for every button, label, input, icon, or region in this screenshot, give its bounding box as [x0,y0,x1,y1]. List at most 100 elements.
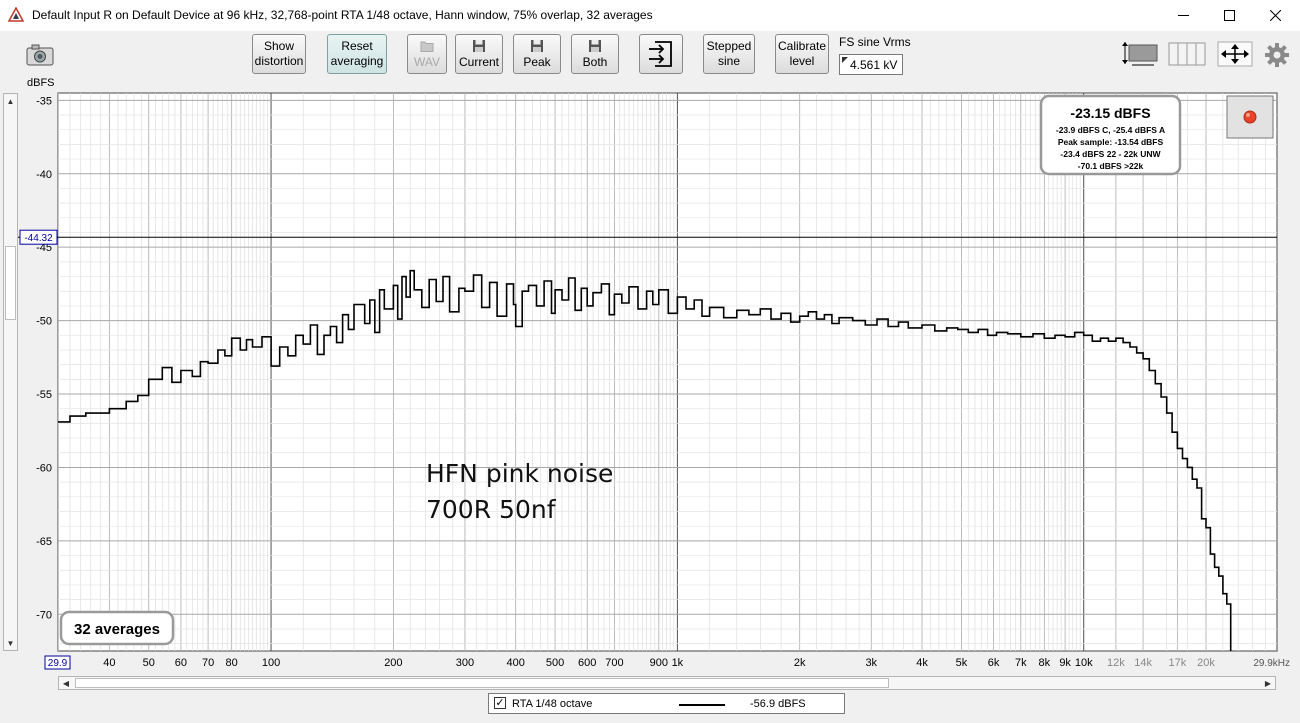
x-tick-label: 300 [456,657,474,669]
save-peak-button[interactable]: Peak [513,34,561,74]
fs-sine-value: 4.561 kV [850,58,898,72]
reset-averaging-button[interactable]: Reset averaging [327,34,387,74]
y-tick-label: -35 [36,95,52,107]
x-tick-label: 70 [202,657,214,669]
stepped-sine-label-1: Stepped [706,39,752,53]
y-tick-label: -65 [36,536,52,548]
y-tick-label: -55 [36,389,52,401]
scroll-left-icon[interactable]: ◀ [59,677,73,689]
x-tick-label: 60 [175,657,187,669]
y-tick-labels: -35-40-45-50-55-60-65-70 [36,95,52,621]
close-icon [1269,10,1281,21]
x-tick-label: 100 [262,657,280,669]
plot-area [57,92,1278,652]
x-end-label: 29.9kHz [1253,658,1290,669]
annotation-line-1: HFN pink noise [426,459,613,488]
calibrate-level-label-1: Calibrate [777,39,827,53]
export-arrow-icon [649,41,672,67]
annotation-line-2: 700R 50nf [426,495,557,524]
x-tick-label: 8k [1039,657,1051,669]
save-both-button[interactable]: Both [571,34,619,74]
minimize-icon [1177,15,1189,16]
legend-series-value: -56.9 dBFS [750,698,806,710]
x-tick-label: 17k [1168,657,1186,669]
show-distortion-label-1: Show [263,39,295,53]
x-tick-label: 20k [1197,657,1215,669]
floppy-disk-icon [531,39,543,52]
legend: ✓ RTA 1/48 octave -56.9 dBFS [488,693,845,714]
level-weighted-values: -23.9 dBFS C, -25.4 dBFS A [1056,125,1165,135]
fs-sine-label: FS sine Vrms [839,35,911,49]
y-tick-label: -40 [36,169,52,181]
level-peak-sample: Peak sample: -13.54 dBFS [1058,137,1164,147]
x-tick-label: 500 [546,657,564,669]
stepped-sine-button[interactable]: Stepped sine [703,34,755,74]
x-tick-label: 1k [672,657,684,669]
move-arrows-icon[interactable] [1217,41,1253,67]
x-tick-label: 5k [956,657,968,669]
x-tick-label: 700 [605,657,623,669]
horizontal-scrollbar[interactable]: ◀ ▶ [58,676,1276,690]
averages-label: 32 averages [74,621,160,638]
wav-button[interactable]: WAV [407,34,447,74]
y-axis-unit-label: dBFS [27,77,55,89]
y-tick-label: -60 [36,462,52,474]
fs-sine-input[interactable]: 4.561 kV [839,54,903,75]
y-tick-label: -70 [36,609,52,621]
title-bar: Default Input R on Default Device at 96 … [0,0,1300,31]
maximize-button[interactable] [1206,0,1252,31]
level-main-value: -23.15 dBFS [1070,105,1150,121]
rta-chart[interactable]: -35-40-45-50-55-60-65-70 40 50 60 70 80 100 20… [0,90,1300,676]
app-logo-icon [8,7,24,22]
close-button[interactable] [1252,0,1298,31]
floppy-disk-icon [589,39,601,52]
toolbar: Show distortion Reset averaging WAV Curr… [0,31,1300,91]
x-start-label: 29.9 [48,658,68,669]
legend-series-name: RTA 1/48 octave [512,698,593,710]
x-tick-labels: 40 50 60 70 80 100 200 300 400 500 600 700 900 1k 2k 3k… [44,655,1290,670]
x-tick-label: 9k [1059,657,1071,669]
x-tick-label: 400 [507,657,525,669]
x-tick-label: 10k [1075,657,1093,669]
x-tick-label: 14k [1134,657,1152,669]
x-tick-label: 4k [916,657,928,669]
maximize-icon [1223,10,1235,21]
x-tick-label: 7k [1015,657,1027,669]
minimize-button[interactable] [1160,0,1206,31]
corner-triangle-icon [842,57,848,63]
x-tick-label: 600 [578,657,596,669]
window-title: Default Input R on Default Device at 96 … [32,8,653,22]
wav-label: WAV [414,54,440,69]
record-indicator-icon[interactable] [1226,95,1274,139]
x-tick-label: 50 [143,657,155,669]
panel-layout-icon[interactable] [1168,42,1206,66]
save-current-button[interactable]: Current [455,34,503,74]
reset-averaging-label-1: Reset [341,39,373,53]
level-above-22k: -70.1 dBFS >22k [1078,161,1144,171]
graph-layout-icon[interactable] [1120,40,1160,68]
x-tick-label: 40 [103,657,115,669]
show-distortion-button[interactable]: Show distortion [252,34,306,74]
level-panel: -23.15 dBFS -23.9 dBFS C, -25.4 dBFS A P… [1039,94,1182,176]
legend-checkbox[interactable]: ✓ [494,697,506,709]
camera-icon[interactable] [25,43,55,67]
x-tick-label: 3k [865,657,877,669]
current-label: Current [458,54,499,69]
x-tick-label: 80 [226,657,238,669]
x-tick-label: 6k [988,657,1000,669]
x-tick-label: 200 [384,657,402,669]
folder-icon [420,41,434,52]
horizontal-scroll-thumb[interactable] [75,678,889,688]
export-button[interactable] [639,34,683,74]
floppy-disk-icon [473,39,485,52]
calibrate-level-button[interactable]: Calibrate level [775,34,829,74]
y-tick-label: -50 [36,316,52,328]
gear-icon[interactable] [1264,42,1290,68]
cursor-value-label: -44.32 [24,233,53,244]
both-label: Both [582,54,608,69]
scroll-right-icon[interactable]: ▶ [1261,677,1275,689]
averages-badge: 32 averages [59,610,175,646]
x-tick-label: 900 [650,657,668,669]
reset-averaging-label-2: averaging [330,54,384,68]
level-unweighted: -23.4 dBFS 22 - 22k UNW [1060,149,1161,159]
